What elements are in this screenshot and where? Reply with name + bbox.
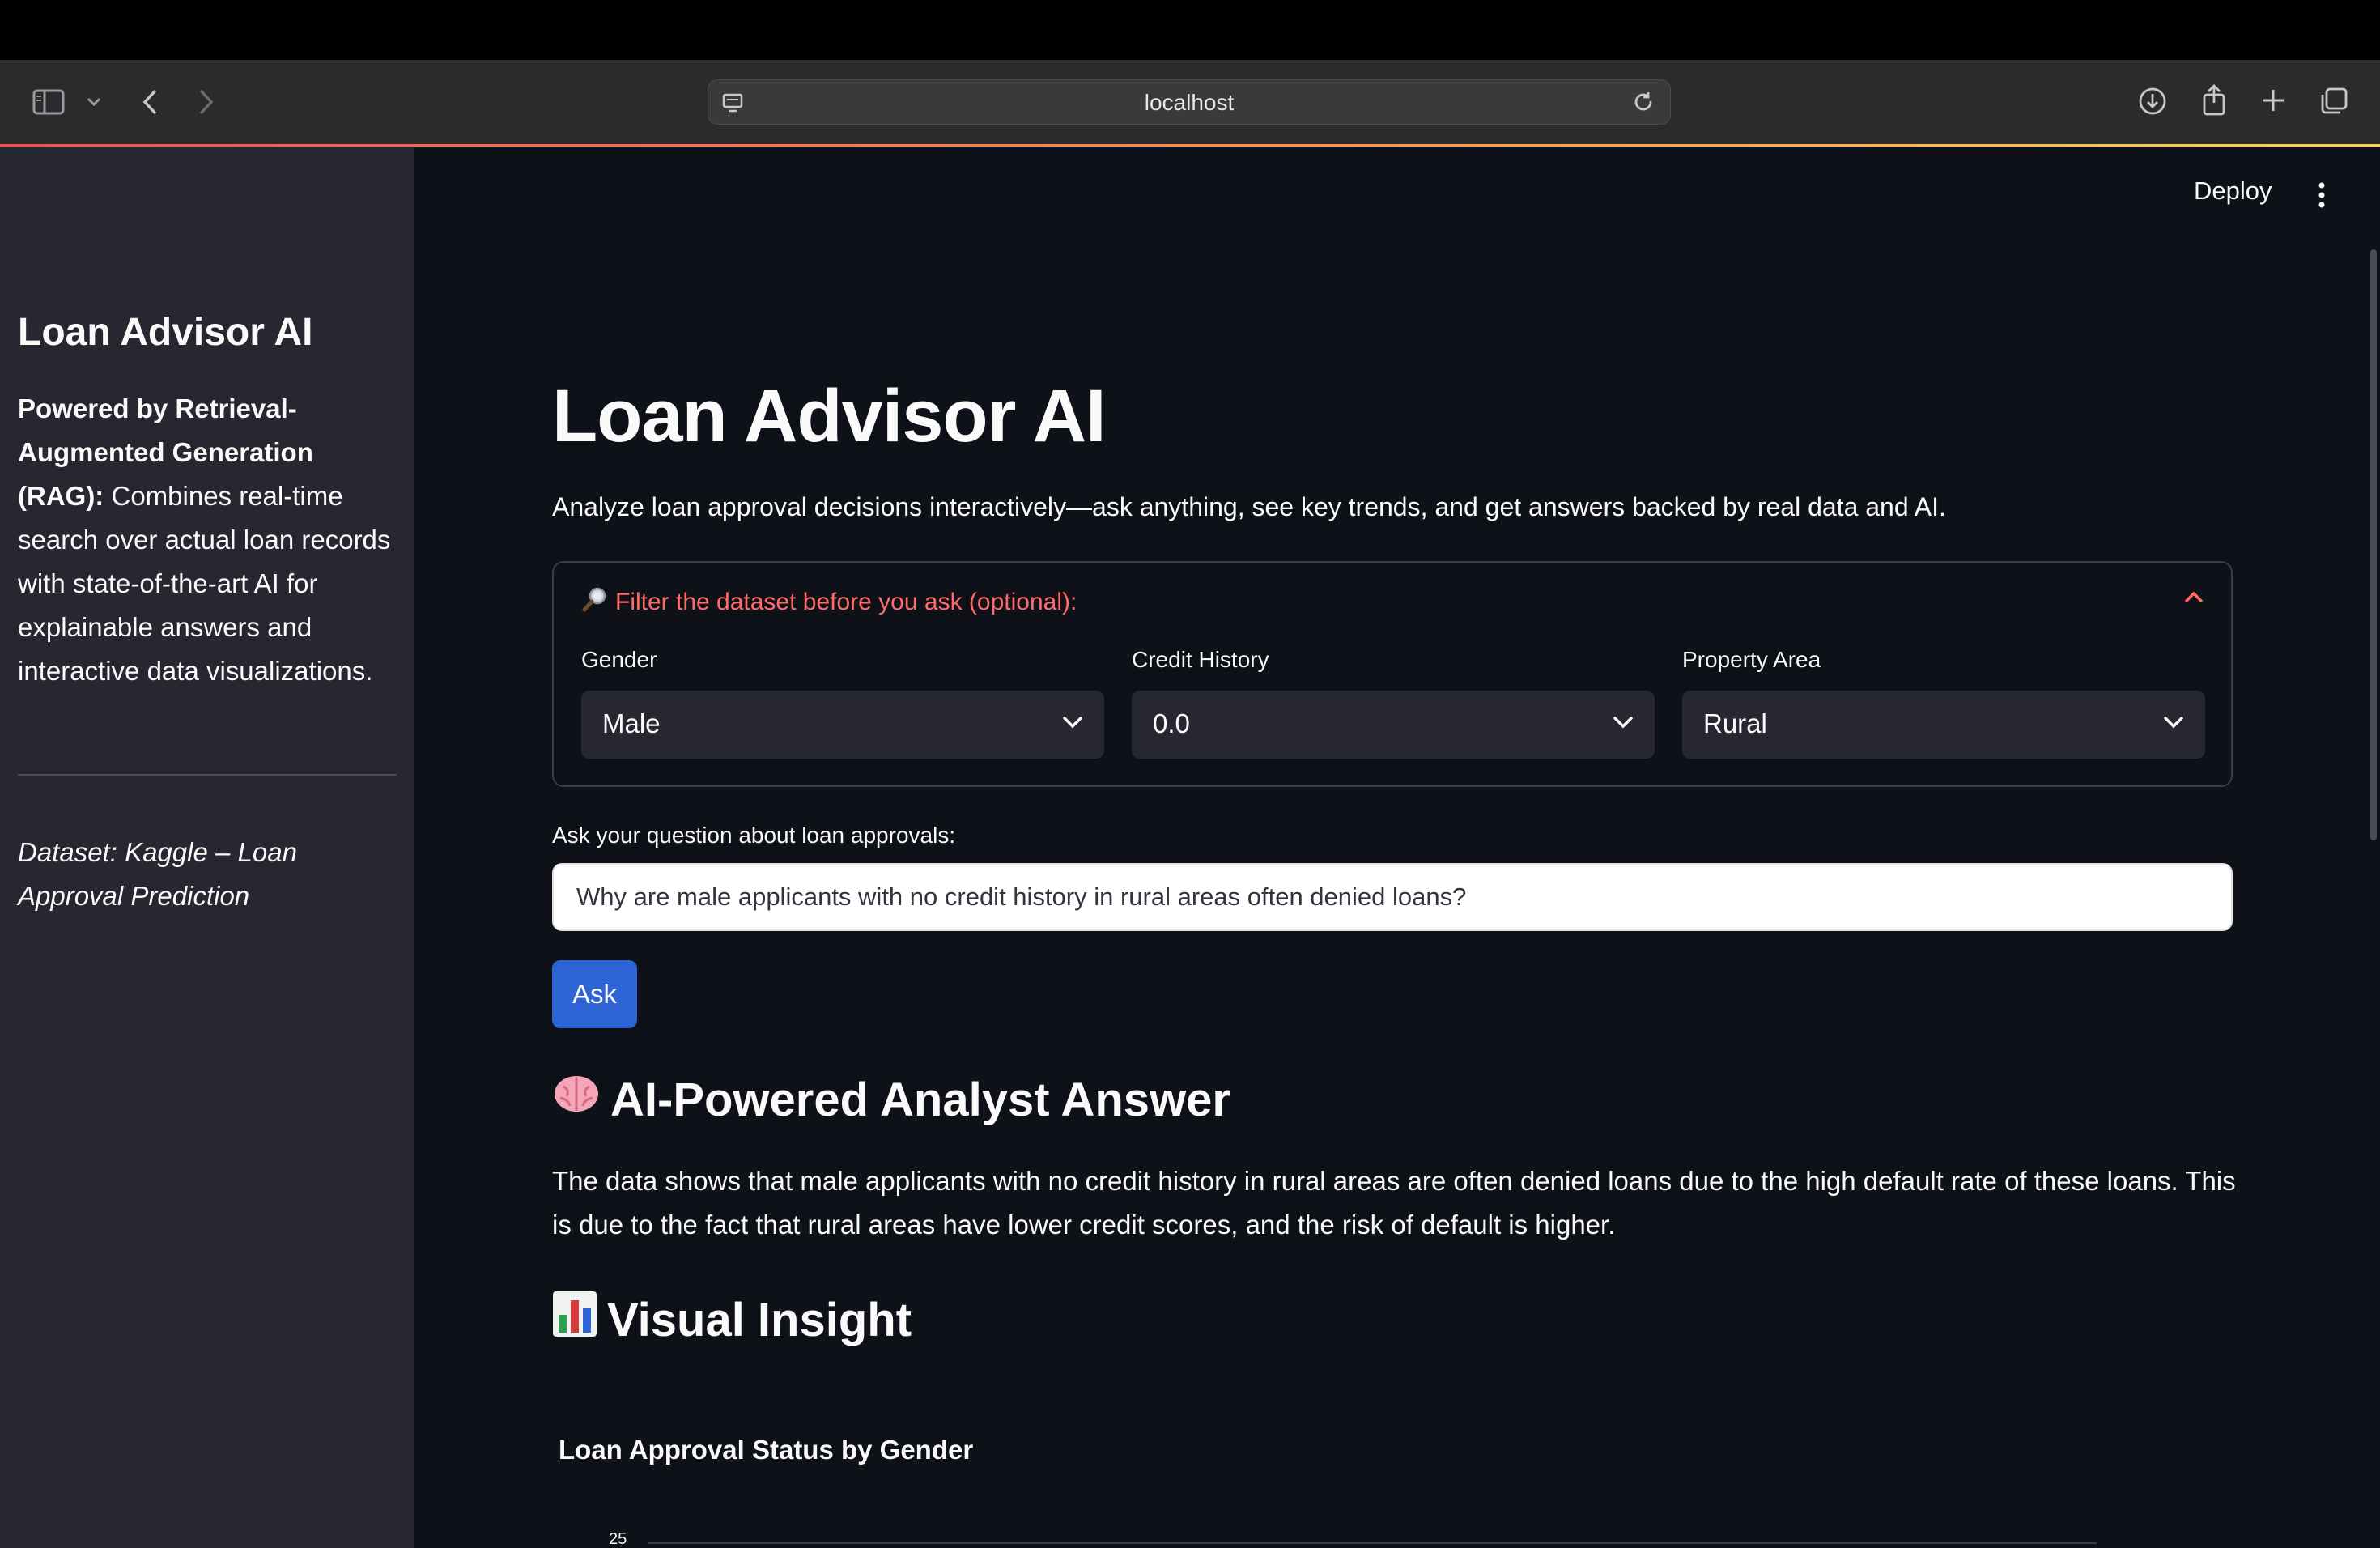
sidebar-divider bbox=[18, 774, 397, 776]
chevron-down-icon bbox=[2163, 715, 2184, 734]
property-area-select[interactable]: Rural bbox=[1682, 691, 2205, 759]
address-text: localhost bbox=[1144, 90, 1235, 115]
gender-select[interactable]: Male bbox=[581, 691, 1104, 759]
credit-history-label: Credit History bbox=[1132, 647, 1269, 672]
chart-gridline bbox=[648, 1542, 2097, 1544]
share-icon[interactable] bbox=[2197, 81, 2231, 118]
new-tab-icon[interactable] bbox=[2257, 84, 2289, 117]
chart-title: Loan Approval Status by Gender bbox=[559, 1435, 974, 1465]
ask-button[interactable]: Ask bbox=[552, 960, 637, 1028]
chevron-up-icon[interactable] bbox=[2184, 590, 2204, 607]
download-icon[interactable] bbox=[2136, 84, 2170, 118]
visual-heading: Visual Insight bbox=[552, 1291, 912, 1349]
visual-heading-text: Visual Insight bbox=[607, 1293, 912, 1346]
sidebar-title: Loan Advisor AI bbox=[18, 311, 313, 354]
sidebar-icon[interactable] bbox=[31, 84, 66, 120]
reload-icon[interactable] bbox=[1631, 90, 1655, 118]
more-options-icon[interactable] bbox=[2315, 181, 2328, 213]
question-label: Ask your question about loan approvals: bbox=[552, 823, 956, 848]
brain-icon bbox=[552, 1072, 601, 1127]
page-title: Loan Advisor AI bbox=[552, 375, 1107, 457]
answer-heading-text: AI-Powered Analyst Answer bbox=[610, 1073, 1231, 1126]
main-scrollbar[interactable] bbox=[2370, 249, 2377, 840]
deploy-button[interactable]: Deploy bbox=[2194, 176, 2272, 206]
question-input[interactable]: Why are male applicants with no credit h… bbox=[552, 863, 2233, 931]
credit-history-select-value: 0.0 bbox=[1153, 708, 1190, 738]
chevron-down-icon bbox=[1613, 715, 1634, 734]
sidebar-description-text: Combines real-time search over actual lo… bbox=[18, 481, 391, 686]
property-area-select-value: Rural bbox=[1703, 708, 1767, 738]
chart-y-tick: 25 bbox=[609, 1530, 627, 1548]
sidebar-description: Powered by Retrieval-Augmented Generatio… bbox=[18, 387, 398, 693]
address-bar[interactable]: localhost bbox=[708, 79, 1671, 125]
answer-heading: AI-Powered Analyst Answer bbox=[552, 1072, 1230, 1127]
chevron-down-icon bbox=[1062, 715, 1083, 734]
tabs-overview-icon[interactable] bbox=[2317, 84, 2351, 118]
system-top-bar bbox=[0, 0, 2380, 60]
credit-history-select[interactable]: 0.0 bbox=[1132, 691, 1655, 759]
filter-expander-title: Filter the dataset before you ask (optio… bbox=[615, 589, 1077, 615]
gender-label: Gender bbox=[581, 647, 657, 672]
property-area-label: Property Area bbox=[1682, 647, 1821, 672]
gender-select-value: Male bbox=[602, 708, 661, 738]
magnifier-icon bbox=[581, 585, 609, 619]
sidebar-dataset-note: Dataset: Kaggle – Loan Approval Predicti… bbox=[18, 837, 297, 911]
browser-toolbar: localhost bbox=[0, 60, 2380, 146]
answer-text: The data shows that male applicants with… bbox=[552, 1166, 2236, 1240]
back-icon[interactable] bbox=[136, 84, 164, 120]
chevron-down-icon[interactable] bbox=[84, 92, 104, 112]
forward-icon[interactable] bbox=[193, 84, 220, 120]
page-intro: Analyze loan approval decisions interact… bbox=[552, 492, 1946, 521]
filter-expander-header[interactable]: Filter the dataset before you ask (optio… bbox=[581, 585, 1077, 619]
question-input-value: Why are male applicants with no credit h… bbox=[576, 882, 1467, 911]
bar-chart-icon bbox=[552, 1291, 597, 1349]
filter-expander: Filter the dataset before you ask (optio… bbox=[552, 561, 2233, 787]
